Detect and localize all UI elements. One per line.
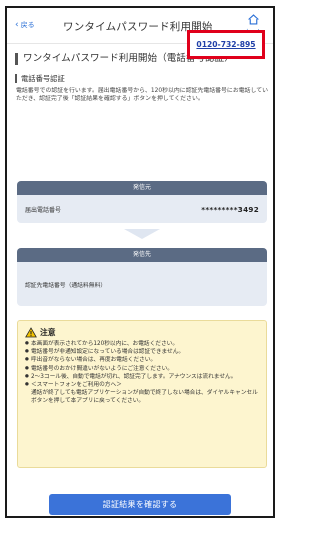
notice-item: 通話が終了しても電話アプリケーションが自動で終了しない場合は、ダイヤルキャンセル…	[31, 390, 258, 405]
sub-title: 電話番号認証	[15, 74, 65, 83]
notice-item: 電話番号のおかけ間違いがないようにご注意ください。	[25, 365, 259, 373]
description-text: 電話番号での認証を行います。届出電話番号から、120秒以内に認証先電話番号にお電…	[16, 88, 268, 103]
back-label: 戻る	[20, 21, 35, 29]
caller-box-header: 発信元	[17, 181, 267, 195]
confirm-result-button[interactable]: 認証結果を確認する	[49, 494, 231, 515]
call-phone-link[interactable]: 0120-732-895	[187, 30, 265, 59]
app-screen: ‹ 戻る ワンタイムパスワード利用開始 ホーム ワンタイムパスワード利用開始（電…	[5, 6, 275, 518]
destination-row: 認証先電話番号（通話料無料）	[17, 262, 267, 306]
destination-box: 発信先 認証先電話番号（通話料無料）	[17, 248, 267, 306]
caller-number: *********3492	[201, 204, 259, 214]
caller-row: 届出電話番号 *********3492	[17, 195, 267, 223]
destination-box-header: 発信先	[17, 248, 267, 262]
notice-box: 注意 本画面が表示されてから120秒以内に、お電話ください。 電話番号が非通知設…	[17, 320, 267, 468]
chevron-left-icon: ‹	[15, 19, 19, 30]
down-arrow-icon	[124, 229, 160, 239]
notice-item: 2〜3コール後、自動で電話が切れ、認証完了します。アナウンスは流れません。	[25, 373, 259, 381]
home-icon	[247, 14, 259, 25]
notice-header: 注意	[25, 327, 259, 338]
notice-title: 注意	[40, 328, 56, 337]
warning-icon	[25, 327, 37, 338]
caller-box: 発信元 届出電話番号 *********3492	[17, 181, 267, 223]
notice-item: ＜スマートフォンをご利用の方へ＞	[25, 381, 259, 389]
back-button[interactable]: ‹ 戻る	[15, 20, 35, 30]
caller-label: 届出電話番号	[25, 206, 62, 214]
notice-item: 電話番号が非通知設定になっている場合は認証できません。	[25, 348, 259, 356]
notice-list: 本画面が表示されてから120秒以内に、お電話ください。 電話番号が非通知設定にな…	[25, 340, 259, 406]
destination-label: 認証先電話番号（通話料無料）	[25, 282, 107, 289]
notice-item: 本画面が表示されてから120秒以内に、お電話ください。	[25, 340, 259, 348]
notice-item: 呼出音がならない場合は、再度お電話ください。	[25, 356, 259, 364]
